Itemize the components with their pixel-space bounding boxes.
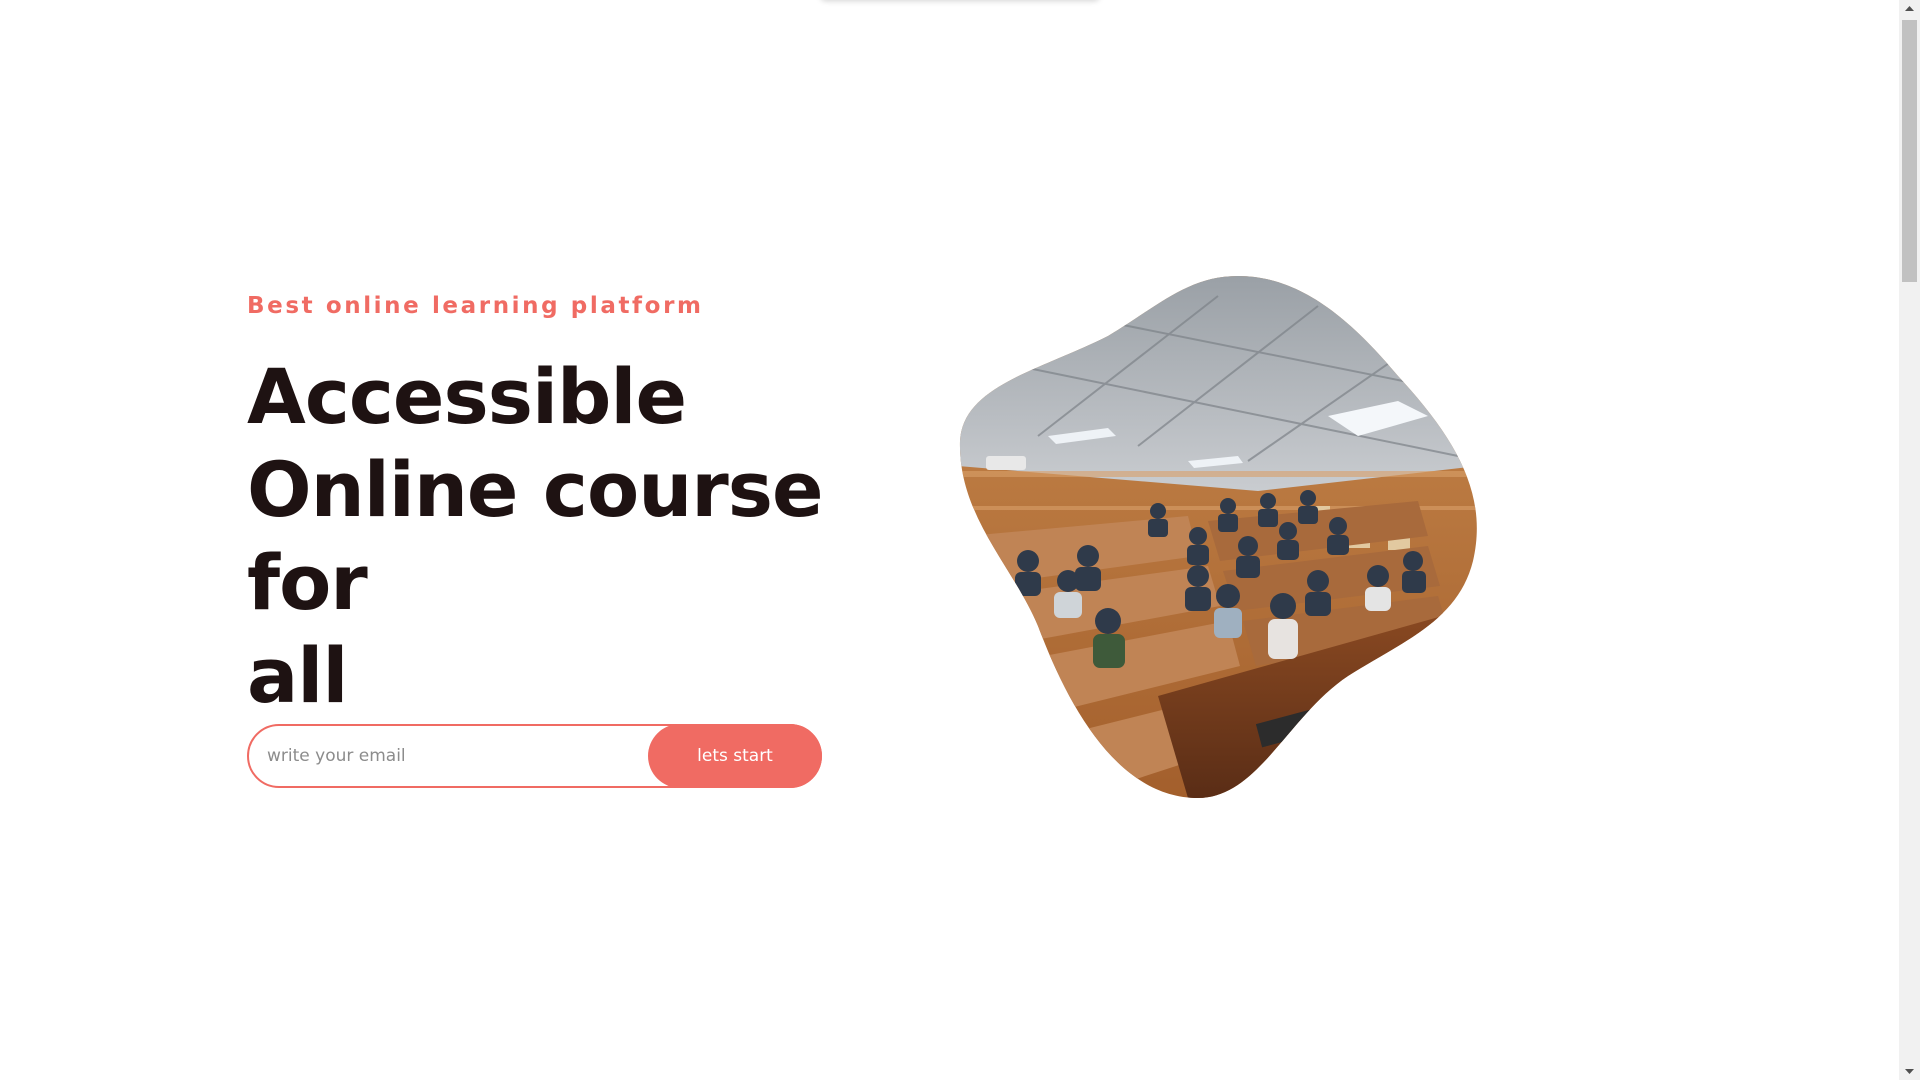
vertical-scrollbar[interactable] bbox=[1899, 0, 1920, 1080]
hero-section: Best online learning platform Accessible… bbox=[247, 290, 947, 768]
lets-start-button[interactable]: lets start bbox=[648, 724, 822, 788]
headline-line-1: Accessible bbox=[247, 352, 687, 441]
headline-line-3: all bbox=[247, 631, 348, 720]
hero-headline: Accessible Online course for all bbox=[247, 350, 947, 722]
classroom-photo bbox=[959, 276, 1477, 798]
email-input[interactable] bbox=[267, 726, 667, 786]
triangle-down-icon[interactable] bbox=[1899, 1063, 1920, 1080]
email-signup-form: lets start bbox=[247, 724, 822, 788]
triangle-up-icon[interactable] bbox=[1899, 0, 1920, 17]
page-viewport: Best online learning platform Accessible… bbox=[0, 0, 1899, 1080]
scrollbar-thumb[interactable] bbox=[1902, 20, 1917, 282]
hero-eyebrow: Best online learning platform bbox=[247, 293, 704, 319]
hero-classroom-image bbox=[959, 276, 1477, 798]
headline-line-2: Online course for bbox=[247, 445, 824, 627]
